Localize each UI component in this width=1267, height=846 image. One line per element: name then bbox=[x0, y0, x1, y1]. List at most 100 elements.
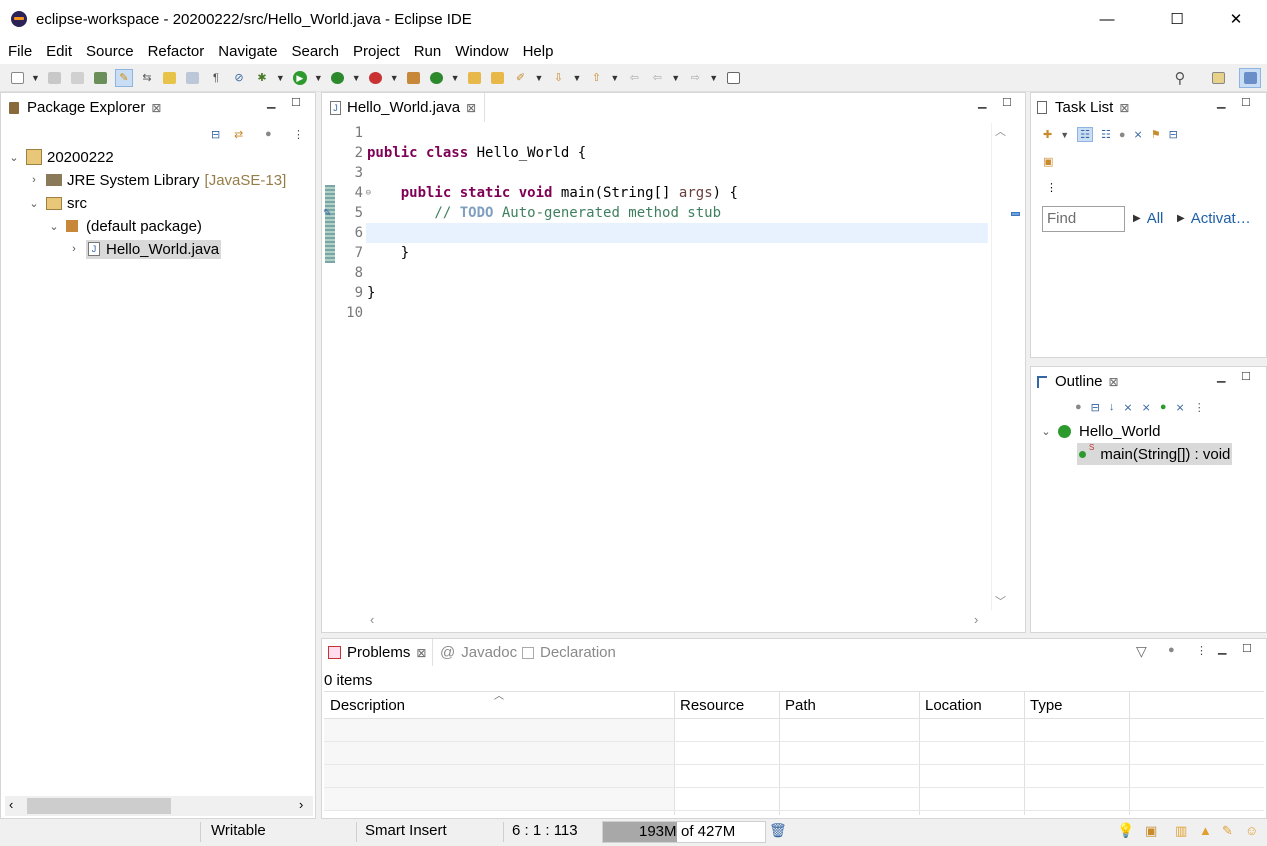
filter-icon[interactable]: ● bbox=[1119, 129, 1126, 141]
column-path[interactable]: Path bbox=[785, 697, 816, 714]
sort-icon[interactable]: ↓ bbox=[1109, 401, 1115, 414]
next-annotation-icon[interactable]: ⇆ bbox=[138, 69, 156, 87]
chevron-down-icon[interactable]: ⌄ bbox=[1039, 425, 1053, 438]
maximize-view-icon[interactable]: ☐ bbox=[1241, 96, 1251, 109]
open-type-icon[interactable] bbox=[92, 69, 110, 87]
new-java-project-icon[interactable] bbox=[405, 69, 423, 87]
column-description[interactable]: Description bbox=[330, 697, 405, 714]
menu-search[interactable]: Search bbox=[291, 43, 339, 60]
tree-item-hello-world[interactable]: › J Hello_World.java bbox=[67, 238, 222, 260]
status-cursor-position[interactable]: 6 : 1 : 113 bbox=[512, 822, 578, 839]
open-task-icon[interactable] bbox=[161, 69, 179, 87]
back-dropdown-icon[interactable]: ▼ bbox=[671, 73, 680, 83]
next-annotation-down-icon[interactable]: ⇩ bbox=[549, 69, 567, 87]
maximize-view-icon[interactable]: ☐ bbox=[1241, 370, 1251, 383]
new-java-class-icon[interactable] bbox=[428, 69, 446, 87]
book-icon[interactable]: ▥ bbox=[1175, 823, 1187, 839]
filter-icon[interactable]: ▽ bbox=[1136, 643, 1147, 660]
tab-hello-world[interactable]: J Hello_World.java ⊠ bbox=[322, 93, 486, 122]
debug-dropdown-icon[interactable]: ▼ bbox=[276, 73, 285, 83]
collapse-all-icon[interactable]: ⊟ bbox=[1091, 401, 1100, 414]
task-icon[interactable]: ▣ bbox=[1145, 823, 1157, 839]
last-edit-icon[interactable]: ⇦ bbox=[625, 69, 643, 87]
link-with-editor-icon[interactable]: ⇄ bbox=[234, 128, 243, 141]
hide-non-public-icon[interactable]: ● bbox=[1160, 401, 1167, 414]
debug-icon[interactable]: ✱ bbox=[253, 69, 271, 87]
hide-completed-icon[interactable]: ⨯ bbox=[1134, 128, 1143, 141]
hide-fields-icon[interactable]: ⨯ bbox=[1123, 401, 1132, 414]
chevron-right-icon[interactable]: › bbox=[27, 174, 41, 186]
minimize-view-icon[interactable]: ▁ bbox=[978, 96, 986, 109]
close-tab-icon[interactable]: ⊠ bbox=[1119, 101, 1129, 115]
scroll-up-icon[interactable]: ︿ bbox=[995, 123, 1006, 139]
toggle-block-icon[interactable] bbox=[184, 69, 202, 87]
view-menu-icon[interactable]: ⋮ bbox=[1196, 644, 1207, 657]
overview-ruler-marker[interactable] bbox=[1011, 212, 1020, 216]
column-resource[interactable]: Resource bbox=[680, 697, 744, 714]
horizontal-scrollbar[interactable]: ‹ › bbox=[5, 796, 313, 816]
learn-icon[interactable]: ▲ bbox=[1199, 823, 1212, 838]
open-perspective-icon[interactable] bbox=[1209, 69, 1227, 87]
scroll-down-icon[interactable]: ﹀ bbox=[995, 593, 1006, 609]
collapse-all-icon[interactable]: ⊟ bbox=[1169, 128, 1178, 141]
focus-icon[interactable]: ⚑ bbox=[1151, 128, 1161, 141]
next-dropdown-icon[interactable]: ▼ bbox=[572, 73, 581, 83]
view-menu-icon[interactable]: ⋮ bbox=[1194, 401, 1205, 414]
garbage-collect-icon[interactable]: 🗑 bbox=[769, 822, 787, 839]
prev-annotation-up-icon[interactable]: ⇧ bbox=[587, 69, 605, 87]
lightbulb-icon[interactable]: 💡 bbox=[1117, 822, 1134, 839]
chevron-down-icon[interactable]: ⌄ bbox=[7, 151, 21, 164]
close-tab-icon[interactable]: ⊠ bbox=[416, 646, 426, 660]
tab-outline[interactable]: Outline ⊠ bbox=[1037, 368, 1119, 395]
scheduled-icon[interactable]: ☷ bbox=[1101, 128, 1111, 141]
maximize-view-icon[interactable]: ☐ bbox=[291, 96, 301, 109]
smiley-icon[interactable]: ☺ bbox=[1245, 823, 1258, 838]
external-tools-icon[interactable] bbox=[367, 69, 385, 87]
save-all-icon[interactable] bbox=[69, 69, 87, 87]
tab-package-explorer[interactable]: Package Explorer ⊠ bbox=[9, 94, 161, 121]
status-insert-mode[interactable]: Smart Insert bbox=[365, 822, 447, 839]
maximize-view-icon[interactable]: ☐ bbox=[1242, 642, 1252, 655]
scroll-right-icon[interactable]: › bbox=[974, 612, 978, 627]
hide-local-types-icon[interactable]: ⨯ bbox=[1175, 401, 1184, 414]
chevron-down-icon[interactable]: ⌄ bbox=[27, 197, 41, 210]
menu-navigate[interactable]: Navigate bbox=[218, 43, 277, 60]
close-tab-icon[interactable]: ⊠ bbox=[466, 101, 476, 115]
edit-icon[interactable]: ✎ bbox=[1222, 823, 1233, 839]
tree-item-project[interactable]: ⌄ 20200222 bbox=[7, 146, 113, 168]
run-icon[interactable]: ▶ bbox=[291, 69, 309, 87]
maximize-button[interactable]: ☐ bbox=[1154, 0, 1200, 38]
activate-link[interactable]: ▶ Activat… bbox=[1177, 210, 1251, 228]
more-icon[interactable]: ⋮ bbox=[1046, 181, 1057, 194]
skip-breakpoints-icon[interactable]: ⊘ bbox=[230, 69, 248, 87]
forward-icon[interactable]: ⇨ bbox=[686, 69, 704, 87]
scrollbar-thumb[interactable] bbox=[27, 798, 171, 814]
filters-icon[interactable]: ● bbox=[265, 128, 272, 140]
vertical-scrollbar[interactable]: ︿ ﹀ bbox=[991, 123, 1008, 610]
minimize-button[interactable]: — bbox=[1084, 0, 1130, 38]
java-perspective-icon[interactable] bbox=[1239, 68, 1261, 88]
code-text-area[interactable]: public class Hello_World { public static… bbox=[366, 123, 988, 323]
run-dropdown-icon[interactable]: ▼ bbox=[314, 73, 323, 83]
tab-task-list[interactable]: Task List ⊠ bbox=[1037, 94, 1129, 121]
tree-item-default-package[interactable]: ⌄ (default package) bbox=[47, 215, 202, 237]
scroll-left-icon[interactable]: ‹ bbox=[9, 797, 13, 812]
menu-help[interactable]: Help bbox=[523, 43, 554, 60]
tree-item-jre[interactable]: › JRE System Library [JavaSE-13] bbox=[27, 169, 286, 191]
column-type[interactable]: Type bbox=[1030, 697, 1063, 714]
view-menu-icon[interactable]: ⋮ bbox=[293, 128, 304, 141]
column-location[interactable]: Location bbox=[925, 697, 982, 714]
minimize-view-icon[interactable]: ▁ bbox=[1217, 370, 1225, 383]
categorized-icon[interactable]: ☷ bbox=[1077, 127, 1094, 142]
search-tool-icon[interactable]: ✐ bbox=[512, 69, 530, 87]
search-dropdown-icon[interactable]: ▼ bbox=[535, 73, 544, 83]
back-icon[interactable]: ⇦ bbox=[648, 69, 666, 87]
hide-static-icon[interactable]: ⨯ bbox=[1142, 401, 1151, 414]
filter-icon[interactable]: ● bbox=[1075, 401, 1082, 414]
scroll-right-icon[interactable]: › bbox=[299, 797, 303, 812]
tab-javadoc[interactable]: @ Javadoc bbox=[440, 639, 517, 666]
coverage-icon[interactable] bbox=[329, 69, 347, 87]
new-class-dropdown-icon[interactable]: ▼ bbox=[451, 73, 460, 83]
heap-status[interactable]: 193M of 427M bbox=[602, 821, 766, 843]
editor-horizontal-scrollbar[interactable]: ‹ › bbox=[366, 612, 990, 630]
